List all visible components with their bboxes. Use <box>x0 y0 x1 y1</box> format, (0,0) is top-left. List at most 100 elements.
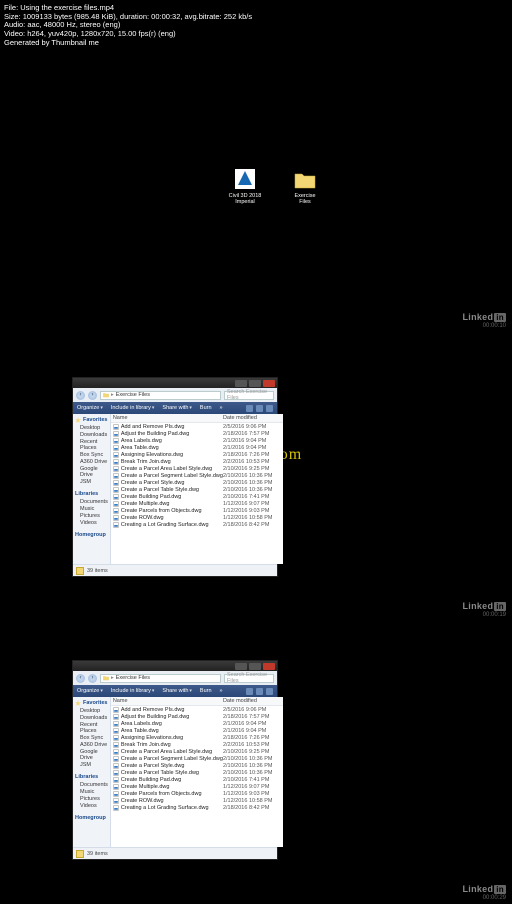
desktop-icon-exercise-files[interactable]: Exercise Files <box>288 168 322 205</box>
sidebar-item[interactable]: Documents <box>74 781 109 788</box>
burn-button[interactable]: Burn <box>200 405 212 411</box>
sidebar-item[interactable]: Videos <box>74 802 109 809</box>
file-row[interactable]: Create Building Pad.dwg2/10/2016 7:41 PM <box>111 493 283 500</box>
file-row[interactable]: Create a Parcel Segment Label Style.dwg2… <box>111 472 283 479</box>
search-input[interactable]: Search Exercise Files <box>224 674 274 683</box>
file-row[interactable]: Creating a Lot Grading Surface.dwg2/18/2… <box>111 804 283 811</box>
maximize-button[interactable] <box>249 380 261 387</box>
file-row[interactable]: Create Parcels from Objects.dwg1/12/2016… <box>111 790 283 797</box>
sidebar-item[interactable]: Pictures <box>74 512 109 519</box>
file-row[interactable]: Add and Remove PIs.dwg2/5/2016 9:06 PM <box>111 706 283 713</box>
column-headers[interactable]: Name Date modified <box>111 697 283 706</box>
sidebar-item[interactable]: Desktop <box>74 424 109 431</box>
back-button[interactable]: ‹ <box>76 674 85 683</box>
file-row[interactable]: Create a Parcel Segment Label Style.dwg2… <box>111 755 283 762</box>
sidebar-item[interactable]: Downloads <box>74 714 109 721</box>
file-row[interactable]: Assigning Elevations.dwg2/18/2016 7:26 P… <box>111 451 283 458</box>
sidebar-item[interactable]: A360 Drive <box>74 458 109 465</box>
sidebar-libraries-header[interactable]: Libraries <box>74 490 109 498</box>
file-row[interactable]: Break Trim Join.dwg2/2/2016 10:53 PM <box>111 741 283 748</box>
file-row[interactable]: Create Multiple.dwg1/12/2016 9:07 PM <box>111 783 283 790</box>
sidebar-item[interactable]: JSM <box>74 478 109 485</box>
file-row[interactable]: Create ROW.dwg1/12/2016 10:58 PM <box>111 514 283 521</box>
back-button[interactable]: ‹ <box>76 391 85 400</box>
close-button[interactable] <box>263 663 275 670</box>
file-row[interactable]: Create a Parcel Table Style.dwg2/10/2016… <box>111 486 283 493</box>
forward-button[interactable]: › <box>88 391 97 400</box>
sidebar-libraries-header[interactable]: Libraries <box>74 773 109 781</box>
sidebar-item[interactable]: Recent Places <box>74 438 109 451</box>
column-name-header[interactable]: Name <box>113 698 223 704</box>
window-titlebar[interactable] <box>73 661 277 671</box>
include-in-library-button[interactable]: Include in library▾ <box>111 405 155 411</box>
file-row[interactable]: Adjust the Building Pad.dwg2/18/2016 7:5… <box>111 713 283 720</box>
sidebar-item[interactable]: Recent Places <box>74 721 109 734</box>
organize-button[interactable]: Organize▾ <box>77 405 103 411</box>
minimize-button[interactable] <box>235 663 247 670</box>
sidebar-item[interactable]: Desktop <box>74 707 109 714</box>
sidebar-item[interactable]: Music <box>74 505 109 512</box>
column-date-header[interactable]: Date modified <box>223 415 281 421</box>
maximize-button[interactable] <box>249 663 261 670</box>
share-with-button[interactable]: Share with▾ <box>162 688 192 694</box>
help-icon[interactable] <box>266 405 273 412</box>
file-row[interactable]: Adjust the Building Pad.dwg2/18/2016 7:5… <box>111 430 283 437</box>
desktop-icon-civil3d[interactable]: Civil 3D 2018 Imperial <box>228 168 262 205</box>
help-icon[interactable] <box>266 688 273 695</box>
file-row[interactable]: Create Multiple.dwg1/12/2016 9:07 PM <box>111 500 283 507</box>
file-row[interactable]: Create a Parcel Style.dwg2/10/2016 10:36… <box>111 479 283 486</box>
column-date-header[interactable]: Date modified <box>223 698 281 704</box>
forward-button[interactable]: › <box>88 674 97 683</box>
file-row[interactable]: Create Parcels from Objects.dwg1/12/2016… <box>111 507 283 514</box>
file-row[interactable]: Create a Parcel Area Label Style.dwg2/10… <box>111 465 283 472</box>
view-options-icon[interactable] <box>246 688 253 695</box>
address-bar[interactable]: ▸ Exercise Files <box>100 391 221 400</box>
sidebar-item[interactable]: Music <box>74 788 109 795</box>
column-name-header[interactable]: Name <box>113 415 223 421</box>
share-with-button[interactable]: Share with▾ <box>162 405 192 411</box>
media-info-block: File: Using the exercise files.mp4 Size:… <box>4 4 252 47</box>
file-row[interactable]: Create a Parcel Area Label Style.dwg2/10… <box>111 748 283 755</box>
organize-button[interactable]: Organize▾ <box>77 688 103 694</box>
file-row[interactable]: Create a Parcel Style.dwg2/10/2016 10:36… <box>111 762 283 769</box>
sidebar-homegroup-header[interactable]: Homegroup <box>74 814 109 822</box>
sidebar-item[interactable]: Google Drive <box>74 465 109 478</box>
preview-pane-icon[interactable] <box>256 405 263 412</box>
file-row[interactable]: Area Labels.dwg2/1/2016 9:04 PM <box>111 437 283 444</box>
folder-icon <box>103 392 109 398</box>
file-row[interactable]: Create Building Pad.dwg2/10/2016 7:41 PM <box>111 776 283 783</box>
file-row[interactable]: Creating a Lot Grading Surface.dwg2/18/2… <box>111 521 283 528</box>
sidebar-item[interactable]: JSM <box>74 761 109 768</box>
preview-pane-icon[interactable] <box>256 688 263 695</box>
address-bar[interactable]: ▸ Exercise Files <box>100 674 221 683</box>
minimize-button[interactable] <box>235 380 247 387</box>
sidebar-item[interactable]: Pictures <box>74 795 109 802</box>
file-row[interactable]: Area Table.dwg2/1/2016 9:04 PM <box>111 444 283 451</box>
window-titlebar[interactable] <box>73 378 277 388</box>
sidebar-item[interactable]: Box Sync <box>74 451 109 458</box>
file-row[interactable]: Area Labels.dwg2/1/2016 9:04 PM <box>111 720 283 727</box>
file-row[interactable]: Create ROW.dwg1/12/2016 10:58 PM <box>111 797 283 804</box>
sidebar-item[interactable]: Documents <box>74 498 109 505</box>
sidebar-favorites-header[interactable]: Favorites <box>74 699 109 707</box>
more-button[interactable]: » <box>220 688 223 694</box>
view-options-icon[interactable] <box>246 405 253 412</box>
sidebar-item[interactable]: Box Sync <box>74 734 109 741</box>
sidebar-item[interactable]: A360 Drive <box>74 741 109 748</box>
sidebar-item[interactable]: Downloads <box>74 431 109 438</box>
search-input[interactable]: Search Exercise Files <box>224 391 274 400</box>
sidebar-favorites-header[interactable]: Favorites <box>74 416 109 424</box>
column-headers[interactable]: Name Date modified <box>111 414 283 423</box>
close-button[interactable] <box>263 380 275 387</box>
file-row[interactable]: Add and Remove PIs.dwg2/5/2016 9:06 PM <box>111 423 283 430</box>
sidebar-item[interactable]: Google Drive <box>74 748 109 761</box>
file-row[interactable]: Assigning Elevations.dwg2/18/2016 7:26 P… <box>111 734 283 741</box>
file-row[interactable]: Area Table.dwg2/1/2016 9:04 PM <box>111 727 283 734</box>
sidebar-item[interactable]: Videos <box>74 519 109 526</box>
sidebar-homegroup-header[interactable]: Homegroup <box>74 531 109 539</box>
include-in-library-button[interactable]: Include in library▾ <box>111 688 155 694</box>
more-button[interactable]: » <box>220 405 223 411</box>
file-row[interactable]: Create a Parcel Table Style.dwg2/10/2016… <box>111 769 283 776</box>
file-row[interactable]: Break Trim Join.dwg2/2/2016 10:53 PM <box>111 458 283 465</box>
burn-button[interactable]: Burn <box>200 688 212 694</box>
